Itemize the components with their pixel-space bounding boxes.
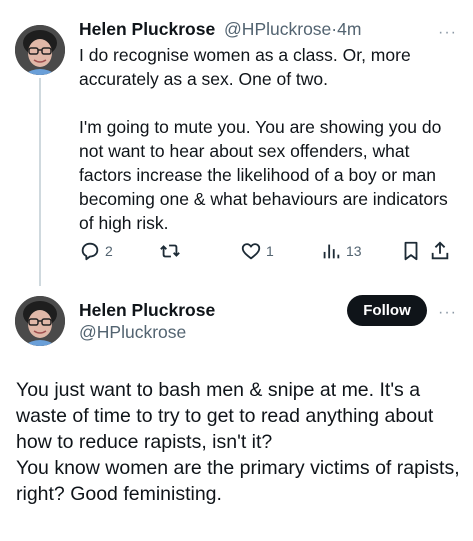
main-tweet-text: You just want to bash men & snipe at me.… [16,377,461,507]
more-icon[interactable]: ··· [438,305,457,321]
avatar-image [15,25,65,75]
retweet-icon [160,244,180,258]
tweet-time[interactable]: 4m [337,19,361,39]
share-button[interactable] [429,240,451,262]
share-icon [431,241,449,260]
views-icon [323,244,340,259]
reply-count: 2 [105,243,113,259]
like-count: 1 [266,243,274,259]
author-handle[interactable]: @HPluckrose [79,322,186,343]
retweet-button[interactable] [159,240,185,262]
author-name[interactable]: Helen Pluckrose [79,19,215,39]
bookmark-icon [404,241,418,261]
like-button[interactable]: 1 [240,240,274,262]
avatar[interactable] [15,296,65,346]
reply-paragraph-1: I do recognise women as a class. Or, mor… [79,45,411,89]
main-tweet-line-1: You just want to bash men & snipe at me.… [16,379,434,453]
bookmark-button[interactable] [400,240,422,262]
avatar-image [15,296,65,346]
reply-button[interactable]: 2 [79,240,113,262]
action-bar: 2 1 13 [79,240,451,268]
author-name[interactable]: Helen Pluckrose [79,300,215,321]
reply-text: I do recognise women as a class. Or, mor… [79,43,451,235]
views-count: 13 [346,243,362,259]
heart-icon [241,243,261,260]
follow-button[interactable]: Follow [347,295,427,326]
views-button[interactable]: 13 [320,240,362,262]
more-icon[interactable]: ··· [438,25,457,41]
main-tweet-line-2: You know women are the primary victims o… [16,457,460,505]
thread-connector-line [39,78,41,286]
reply-icon [81,242,99,261]
author-handle[interactable]: @HPluckrose [224,19,331,39]
avatar[interactable] [15,25,65,75]
reply-header: Helen Pluckrose @HPluckrose·4m [79,19,361,40]
reply-paragraph-2: I'm going to mute you. You are showing y… [79,117,448,233]
